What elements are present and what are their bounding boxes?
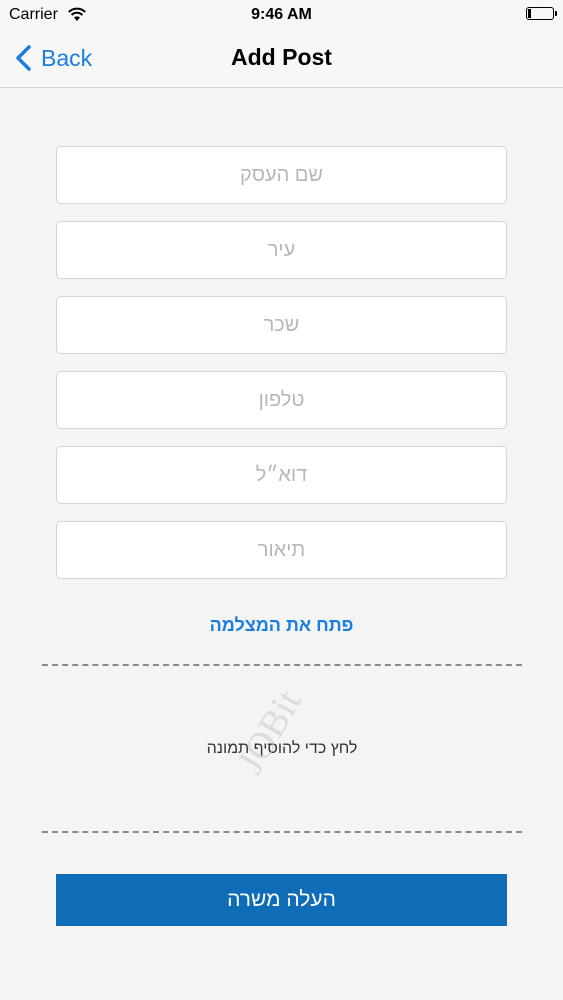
upload-job-button[interactable]: העלה משרה [56, 874, 507, 926]
photo-area-top-divider [42, 664, 522, 666]
city-input[interactable] [56, 221, 507, 279]
salary-input[interactable] [56, 296, 507, 354]
battery-icon [526, 7, 557, 20]
navigation-bar: Back Add Post [0, 30, 563, 88]
battery-level [528, 9, 531, 18]
open-camera-link[interactable]: פתח את המצלמה [0, 615, 563, 636]
page-title: Add Post [231, 44, 332, 70]
add-photo-area[interactable]: לחץ כדי להוסיף תמונה [42, 670, 522, 828]
clock: 9:46 AM [251, 6, 312, 23]
description-input[interactable] [56, 521, 507, 579]
post-form [56, 146, 507, 596]
email-input[interactable] [56, 446, 507, 504]
add-photo-hint: לחץ כדי להוסיף תמונה [206, 740, 358, 757]
phone-input[interactable] [56, 371, 507, 429]
business-name-input[interactable] [56, 146, 507, 204]
status-bar: Carrier 9:46 AM [0, 0, 563, 30]
photo-area-bottom-divider [42, 831, 522, 833]
